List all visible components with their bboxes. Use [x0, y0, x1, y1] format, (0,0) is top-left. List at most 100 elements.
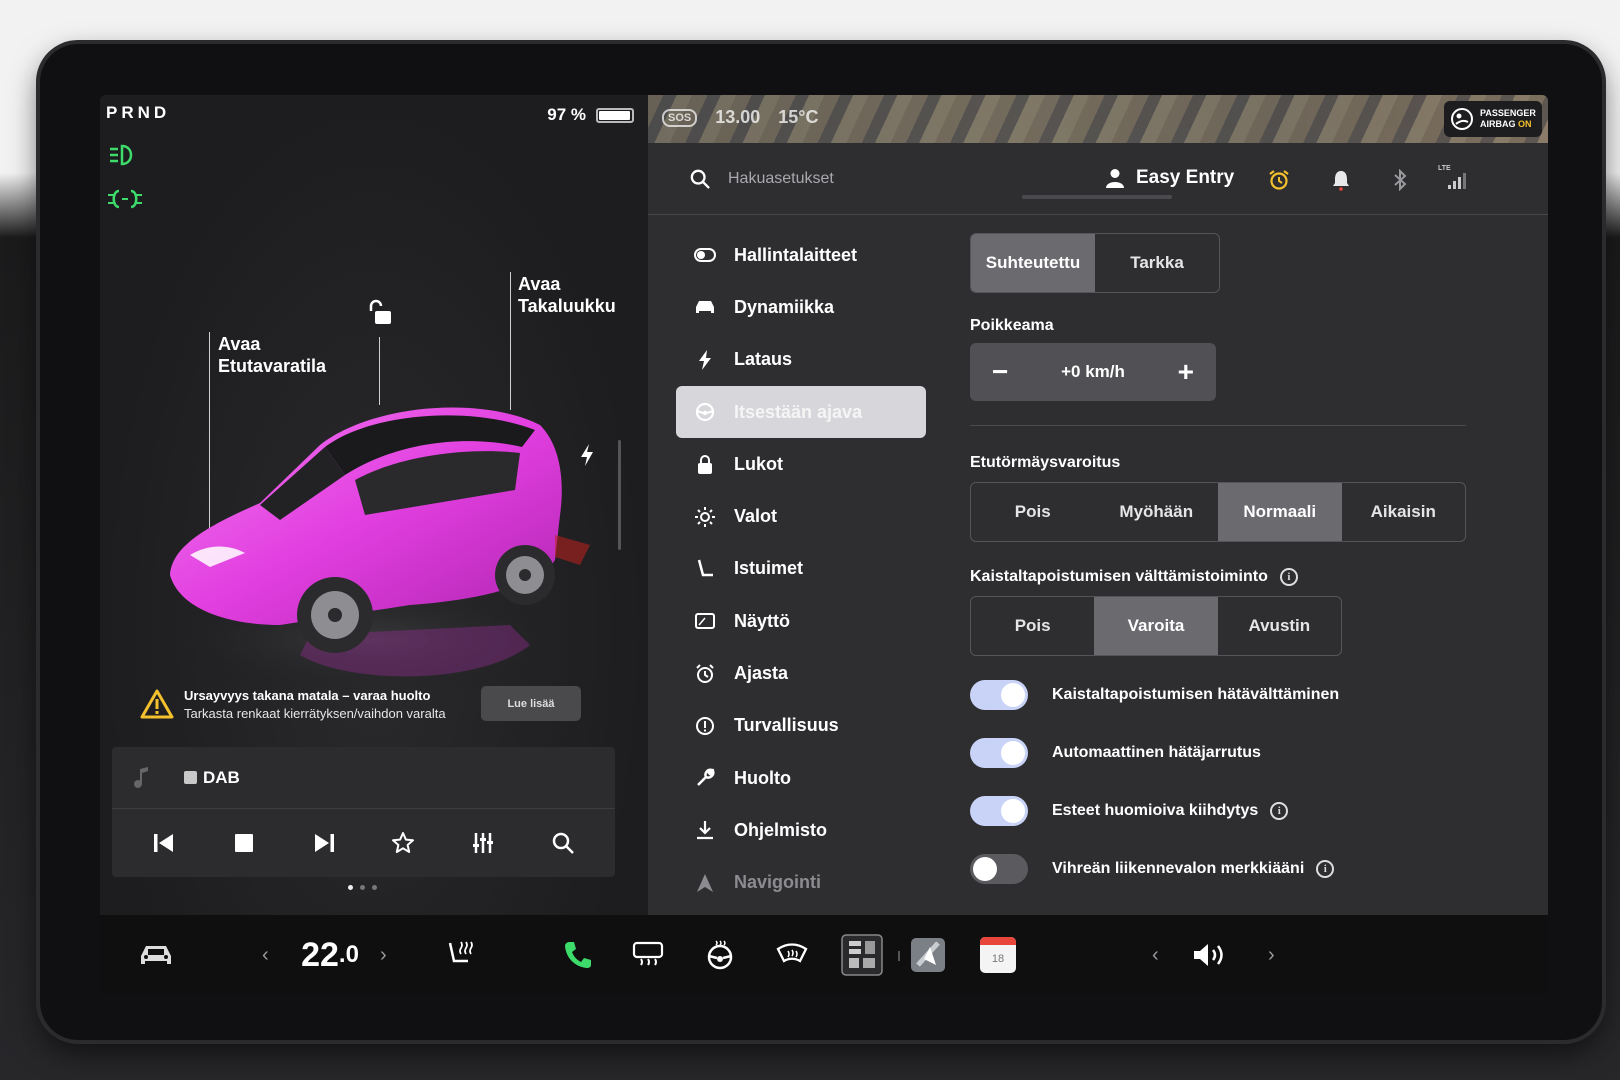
seat-icon: [694, 558, 716, 580]
nav-item-naytto[interactable]: Näyttö: [676, 595, 926, 647]
nav-item-lukot[interactable]: Lukot: [676, 438, 926, 490]
lane-departure-warn-option[interactable]: Varoita: [1094, 597, 1218, 655]
volume-button[interactable]: [1190, 935, 1230, 975]
car-icon: [141, 946, 171, 964]
nav-item-label: Hallintalaitteet: [734, 244, 858, 265]
toggle-switch[interactable]: [970, 738, 1028, 768]
increase-offset-button[interactable]: +: [1178, 356, 1194, 388]
nav-item-label: Ajasta: [734, 663, 789, 684]
toggle-switch[interactable]: [970, 680, 1028, 710]
settings-top-bar: Hakuasetukset Easy Entry LTE: [648, 143, 1548, 215]
front-defrost-icon: [776, 943, 808, 963]
panel-scrollbar[interactable]: [618, 440, 621, 550]
nav-item-valot[interactable]: Valot: [676, 490, 926, 542]
driver-profile-button[interactable]: Easy Entry: [1106, 167, 1234, 189]
nav-item-huolto[interactable]: Huolto: [676, 752, 926, 804]
alarm-clock-icon[interactable]: [1268, 169, 1290, 191]
forward-collision-early-option[interactable]: Aikaisin: [1342, 483, 1466, 541]
notification-bell-icon[interactable]: [1330, 169, 1352, 191]
nav-item-lataus[interactable]: Lataus: [676, 334, 926, 386]
settings-panel: SOS 13.00 15°C PASSENGER AIRBAG ON Hakua…: [648, 95, 1548, 915]
settings-search[interactable]: Hakuasetukset: [690, 169, 834, 189]
airbag-label-2: AIRBAG: [1480, 119, 1516, 129]
nav-item-ohjelmisto[interactable]: Ohjelmisto: [676, 804, 926, 856]
nav-item-hallintalaitteet[interactable]: Hallintalaitteet: [676, 229, 926, 281]
steering-heater-button[interactable]: [700, 935, 740, 975]
toybox-app-button[interactable]: [838, 934, 886, 976]
toggle-switch[interactable]: [970, 854, 1028, 884]
front-defrost-button[interactable]: [772, 935, 812, 975]
lane-departure-assist-option[interactable]: Avustin: [1218, 597, 1341, 655]
forward-collision-normal-option[interactable]: Normaali: [1218, 483, 1342, 541]
volume-down-button[interactable]: ‹: [1152, 935, 1159, 975]
toggle-knob: [973, 857, 997, 881]
toggle-label: Esteet huomioiva kiihdytys: [1052, 802, 1259, 819]
decrease-offset-button[interactable]: −: [992, 356, 1008, 388]
speed-mode-fixed-option[interactable]: Tarkka: [1095, 234, 1219, 292]
nav-item-istuimet[interactable]: Istuimet: [676, 543, 926, 595]
lane-departure-selector: Pois Varoita Avustin: [970, 596, 1342, 656]
calendar-day: 18: [991, 953, 1005, 965]
equalizer-icon: [473, 833, 494, 853]
equalizer-button[interactable]: [470, 830, 496, 856]
temp-down-button[interactable]: ‹: [262, 935, 269, 975]
nav-item-label: Huolto: [734, 767, 791, 788]
toggle-knob: [1001, 799, 1025, 823]
bluetooth-icon[interactable]: [1389, 169, 1411, 191]
stop-button[interactable]: [231, 830, 257, 856]
nav-item-navigointi[interactable]: Navigointi: [676, 857, 926, 909]
rear-defrost-button[interactable]: [628, 935, 668, 975]
temp-up-button[interactable]: ›: [380, 935, 387, 975]
user-icon: [1106, 169, 1124, 188]
nav-item-ajasta[interactable]: Ajasta: [676, 647, 926, 699]
nav-item-label: Lukot: [734, 453, 783, 474]
nav-item-itsestaan-ajava[interactable]: Itsestään ajava: [676, 385, 926, 439]
search-input[interactable]: Hakuasetukset: [728, 170, 834, 188]
speed-offset-value: +0 km/h: [1061, 362, 1125, 381]
forward-collision-off-option[interactable]: Pois: [971, 483, 1095, 541]
info-icon[interactable]: i: [1316, 860, 1335, 878]
speed-mode-relative-option[interactable]: Suhteutettu: [971, 234, 1095, 292]
previous-track-button[interactable]: [151, 830, 177, 856]
nav-item-dynamiikka[interactable]: Dynamiikka: [676, 281, 926, 333]
speed-limit-mode-selector: Suhteutettu Tarkka: [970, 233, 1220, 293]
alert-read-more-button[interactable]: Lue lisää: [481, 686, 581, 721]
calendar-app-button[interactable]: 18: [978, 935, 1018, 975]
drawer-handle[interactable]: [1022, 195, 1172, 199]
forward-collision-label: Etutörmäysvaroitus: [970, 454, 1121, 471]
battery-icon: [596, 107, 634, 123]
media-page-indicator[interactable]: [348, 885, 377, 890]
alert-subtitle: Tarkasta renkaat kierrätyksen/vaihdon va…: [184, 705, 446, 721]
open-trunk-button[interactable]: Avaa Takaluukku: [518, 273, 616, 317]
nav-item-turvallisuus[interactable]: Turvallisuus: [676, 700, 926, 752]
info-icon[interactable]: i: [1279, 568, 1298, 586]
nav-item-label: Lataus: [734, 349, 793, 370]
nav-item-label: Valot: [734, 506, 778, 527]
info-circle-icon: [694, 715, 716, 737]
next-track-button[interactable]: [311, 830, 337, 856]
car-controls-button[interactable]: [136, 935, 176, 975]
nav-item-label: Itsestään ajava: [734, 401, 863, 422]
passenger-airbag-indicator: PASSENGER AIRBAG ON: [1444, 101, 1542, 137]
media-now-playing[interactable]: DAB: [112, 747, 615, 809]
seat-heater-button[interactable]: [440, 935, 480, 975]
favorite-button[interactable]: [390, 830, 416, 856]
media-search-button[interactable]: [550, 830, 576, 856]
airbag-state: ON: [1518, 119, 1532, 129]
navigation-app-button[interactable]: [908, 935, 948, 975]
lane-departure-off-option[interactable]: Pois: [971, 597, 1094, 655]
bolt-icon: [694, 349, 716, 371]
forward-collision-late-option[interactable]: Myöhään: [1095, 483, 1219, 541]
cabin-temperature[interactable]: 22.0: [290, 935, 370, 975]
headlight-icon: [110, 144, 133, 166]
phone-button[interactable]: [558, 935, 598, 975]
unlock-icon[interactable]: [367, 298, 393, 326]
lane-departure-label-row: Kaistaltapoistumisen välttämistoiminto i: [970, 568, 1480, 586]
media-controls: [112, 809, 615, 877]
info-icon[interactable]: i: [1270, 802, 1289, 820]
open-frunk-button[interactable]: Avaa Etutavaratila: [218, 333, 326, 377]
volume-up-button[interactable]: ›: [1268, 935, 1275, 975]
toggle-switch[interactable]: [970, 796, 1028, 826]
sos-button[interactable]: SOS: [662, 108, 698, 127]
skip-forward-icon: [314, 834, 334, 852]
